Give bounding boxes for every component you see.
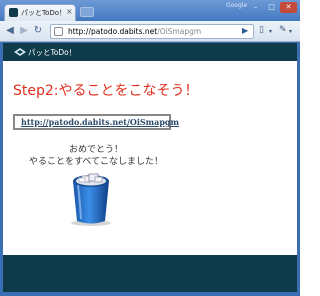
- go-icon[interactable]: ▶: [242, 26, 248, 35]
- forward-button[interactable]: ▶: [18, 25, 30, 37]
- page-content: パッとToDo！ Step2:やることをこなそう！ http://patodo.…: [3, 43, 297, 292]
- address-bar[interactable]: http://patodo.dabits.net/OiSmapgm: [50, 24, 254, 39]
- tools-menu-caret-icon[interactable]: ▾: [289, 28, 292, 35]
- trash-can-icon: [71, 173, 111, 226]
- close-window-button[interactable]: ✕: [280, 2, 297, 13]
- congrats-line-2: やることをすべてこなしました！: [28, 157, 163, 167]
- back-button[interactable]: ◀: [4, 25, 16, 37]
- share-link[interactable]: http://patodo.dabits.net/OiSmapgm: [21, 117, 179, 127]
- reload-button[interactable]: ↻: [32, 25, 44, 37]
- browser-tab[interactable]: パッとToDo！ ×: [4, 4, 76, 21]
- diamond-logo-icon[interactable]: [13, 47, 27, 57]
- new-tab-button[interactable]: [80, 7, 94, 17]
- tab-close-icon[interactable]: ×: [66, 7, 73, 16]
- share-link-box: http://patodo.dabits.net/OiSmapgm: [13, 114, 179, 130]
- site-title[interactable]: パッとToDo！: [28, 47, 76, 58]
- browser-window: パッとToDo！ × Google – □ ✕ ◀ ▶ ↻ http://pat…: [0, 0, 300, 296]
- url-path: /OiSmapgm: [157, 27, 202, 36]
- congrats-line-1: おめでとう！: [68, 145, 123, 155]
- tools-menu-icon[interactable]: ✎: [279, 25, 287, 35]
- browser-toolbar: ◀ ▶ ↻ http://patodo.dabits.net/OiSmapgm …: [0, 21, 300, 42]
- maximize-button[interactable]: □: [264, 2, 279, 13]
- page-icon: [54, 27, 63, 36]
- tab-title: パッとToDo！: [21, 9, 67, 17]
- step-title: Step2:やることをこなそう！: [13, 83, 199, 99]
- site-footer: [3, 255, 297, 292]
- title-bar: パッとToDo！ × Google – □ ✕: [0, 0, 300, 21]
- url-text[interactable]: http://patodo.dabits.net/OiSmapgm: [68, 27, 201, 36]
- url-host: http://patodo.dabits.net: [68, 27, 158, 36]
- minimize-button[interactable]: –: [248, 2, 263, 13]
- page-menu-caret-icon[interactable]: ▾: [269, 28, 272, 35]
- favicon-icon: [9, 8, 18, 17]
- brand-label: Google: [226, 2, 248, 9]
- site-header: パッとToDo！: [3, 43, 297, 61]
- page-menu-icon[interactable]: ▯: [259, 25, 264, 35]
- congrats-message: おめでとう！ やることをすべてこなしました！: [3, 144, 189, 168]
